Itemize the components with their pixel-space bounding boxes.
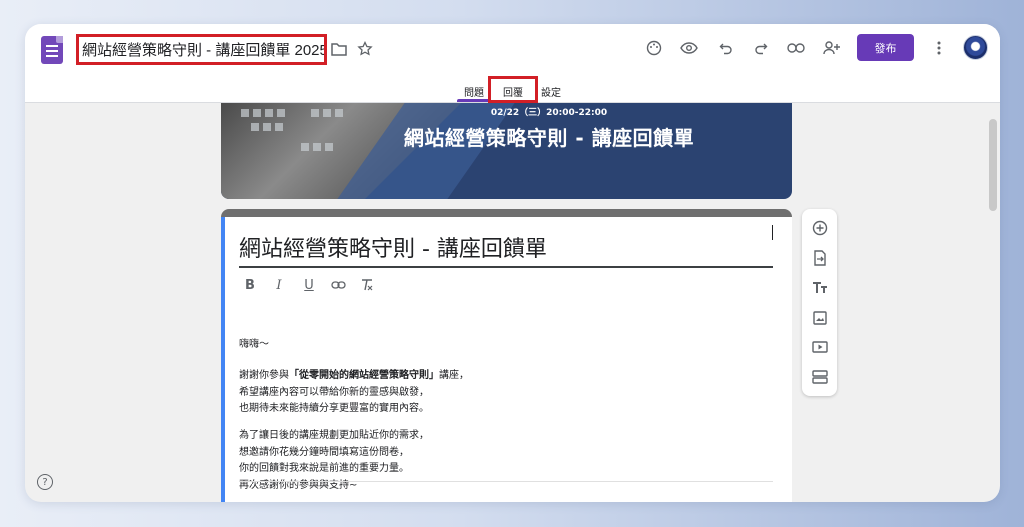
add-image-icon[interactable] [810,308,830,328]
desc-line: 希望講座內容可以帶給你新的靈感與啟發， [239,386,429,398]
insert-link-icon[interactable] [329,276,347,294]
add-question-icon[interactable] [810,218,830,238]
form-title-field[interactable]: 網站經營策略守則 - 講座回饋單 [239,228,773,268]
help-label: ? [42,476,48,488]
add-video-icon[interactable] [810,337,830,357]
help-icon[interactable]: ? [37,474,53,490]
redo-icon[interactable] [751,38,771,58]
avatar[interactable] [963,35,988,60]
desc-line: 為了讓日後的講座規劃更加貼近你的需求， [239,430,429,441]
google-forms-logo[interactable] [41,36,63,64]
folder-icon[interactable] [330,40,348,58]
desc-line: 你的回饋對我來說是前進的重要力量。 [239,463,409,474]
desc-text: 謝謝你參與 [239,370,289,381]
tab-selected-indicator [457,99,491,102]
description-greeting: 嗨嗨～ [239,339,269,350]
desc-bold-text: 「從零開始的網站經營策略守則」 [289,370,439,381]
publish-button[interactable]: 發布 [857,34,914,61]
responses-tab-highlight-box [488,76,538,103]
side-toolbar [802,209,837,396]
focus-indicator-bar [221,217,225,502]
scrollbar[interactable] [989,119,997,211]
preview-icon[interactable] [679,38,699,58]
form-title-field-text: 網站經營策略守則 - 講座回饋單 [239,237,547,262]
clear-formatting-icon[interactable] [358,276,376,294]
top-bar: 網站經營策略守則 - 講座回饋單 2025/09 發布 問題 回覆 設定 [25,24,1000,103]
app-window: 網站經營策略守則 - 講座回饋單 2025/09 發布 問題 回覆 設定 02/… [25,24,1000,502]
italic-button[interactable]: I [270,276,288,294]
desc-line: 也期待未來能持續分享更豐富的實用內容。 [239,403,429,414]
description-paragraph-2: 為了讓日後的講座規劃更加貼近你的需求， 想邀請你花幾分鐘時間填寫這份問卷， 你的… [239,428,429,494]
banner-date: 02/22（三）20:00-22:00 [490,108,608,118]
card-top-bar [221,209,792,217]
add-section-icon[interactable] [810,367,830,387]
desc-line: 再次感謝你的參與與支持~ [239,479,358,491]
desc-line: 想邀請你花幾分鐘時間填寫這份問卷， [239,446,409,458]
palette-icon[interactable] [644,38,664,58]
add-collaborator-icon[interactable] [821,38,843,58]
desc-text: 講座， [439,370,469,381]
bold-button[interactable]: B [241,276,259,294]
form-title-input[interactable]: 網站經營策略守則 - 講座回饋單 2025/09 [76,34,327,65]
form-title-text: 網站經營策略守則 - 講座回饋單 2025/09 [82,42,327,59]
description-paragraph-1: 謝謝你參與「從零開始的網站經營策略守則」講座， 希望講座內容可以帶給你新的靈感與… [239,368,469,418]
underline-button[interactable]: U [300,276,318,294]
tab-settings[interactable]: 設定 [534,80,568,102]
form-header-card: 網站經營策略守則 - 講座回饋單 B I U 嗨嗨～ 謝謝你參與「從零開始的網站… [221,209,792,502]
add-title-icon[interactable] [810,278,830,298]
undo-icon[interactable] [716,38,736,58]
header-banner-image: 02/22（三）20:00-22:00 網站經營策略守則 - 講座回饋單 [221,103,792,199]
card-divider [239,481,773,482]
import-questions-icon[interactable] [810,248,830,268]
link-icon[interactable] [786,38,806,58]
star-icon[interactable] [356,40,374,58]
banner-title: 網站經營策略守則 - 講座回饋單 [403,126,695,150]
more-icon[interactable] [929,38,949,58]
